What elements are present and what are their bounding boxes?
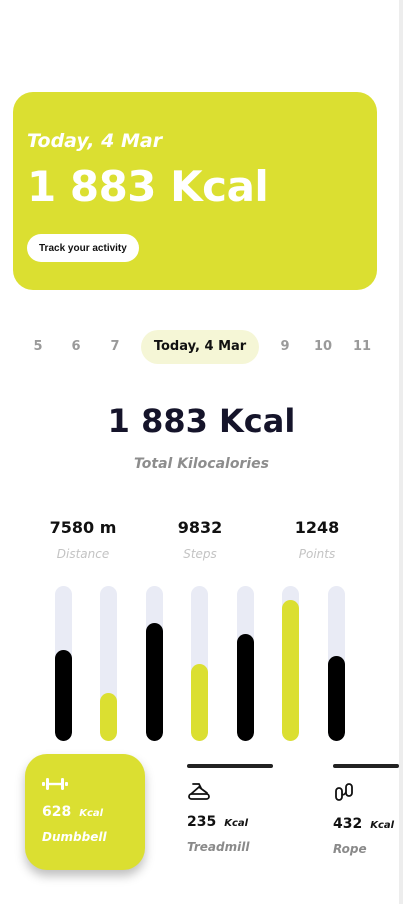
- card-indicator: [187, 764, 273, 768]
- stat-points: 1248 Points: [262, 518, 372, 561]
- hero-kcal: 1 883 Kcal: [27, 162, 269, 211]
- day-5[interactable]: 5: [33, 330, 42, 364]
- day-9[interactable]: 9: [280, 330, 289, 364]
- bar-track: [328, 586, 345, 741]
- bar-fill: [282, 599, 299, 741]
- activity-name: Rope: [333, 842, 367, 856]
- activity-unit: Kcal: [79, 808, 104, 819]
- stat-distance: 7580 m Distance: [28, 518, 138, 561]
- stat-distance-label: Distance: [56, 547, 110, 561]
- day-11[interactable]: 11: [353, 330, 371, 364]
- activity-unit: Kcal: [370, 820, 395, 831]
- bar-fill: [191, 663, 208, 741]
- activity-name: Treadmill: [187, 840, 250, 854]
- bar-track: [100, 586, 117, 741]
- stat-distance-value: 7580 m: [49, 518, 117, 537]
- bar-track: [55, 586, 72, 741]
- bar-fill: [55, 649, 72, 741]
- bar-fill: [237, 634, 254, 741]
- bar-fill: [100, 692, 117, 741]
- hero-date: Today, 4 Mar: [27, 130, 163, 152]
- bar-track: [282, 586, 299, 741]
- day-7[interactable]: 7: [110, 330, 119, 364]
- jump-rope-icon: [335, 783, 353, 801]
- stat-steps-label: Steps: [183, 547, 217, 561]
- day-today[interactable]: Today, 4 Mar: [141, 330, 259, 364]
- activity-bars: [0, 586, 403, 742]
- treadmill-icon: [188, 783, 210, 800]
- bar-fill: [328, 655, 345, 741]
- total-kcal: 1 883 Kcal: [107, 402, 296, 440]
- activity-unit: Kcal: [224, 818, 249, 829]
- today-summary-card: Today, 4 Mar 1 883 Kcal Track your activ…: [13, 92, 377, 290]
- bar-track: [191, 586, 208, 741]
- activity-card-treadmill[interactable]: 235 Kcal Treadmill: [187, 764, 277, 874]
- stat-points-label: Points: [298, 547, 336, 561]
- activity-value: 432: [333, 816, 363, 832]
- activity-card-rope[interactable]: 432 Kcal Rope: [333, 764, 399, 874]
- dumbbell-icon: [42, 778, 68, 790]
- stat-steps: 9832 Steps: [145, 518, 255, 561]
- track-activity-button[interactable]: Track your activity: [27, 234, 139, 262]
- card-indicator: [333, 764, 399, 768]
- activity-value: 235: [187, 814, 217, 830]
- day-selector: 5 6 7 Today, 4 Mar 9 10 11: [0, 330, 403, 364]
- scrollbar[interactable]: [399, 0, 403, 904]
- total-kcal-label: Total Kilocalories: [134, 456, 269, 472]
- stat-steps-value: 9832: [177, 518, 223, 537]
- bar-track: [237, 586, 254, 741]
- activity-value: 628: [42, 804, 72, 820]
- activity-name: Dumbbell: [42, 830, 107, 844]
- day-10[interactable]: 10: [314, 330, 332, 364]
- bar-fill: [146, 623, 163, 741]
- day-6[interactable]: 6: [71, 330, 80, 364]
- activity-card-dumbbell[interactable]: 628 Kcal Dumbbell: [25, 754, 145, 870]
- bar-track: [146, 586, 163, 741]
- stat-points-value: 1248: [294, 518, 340, 537]
